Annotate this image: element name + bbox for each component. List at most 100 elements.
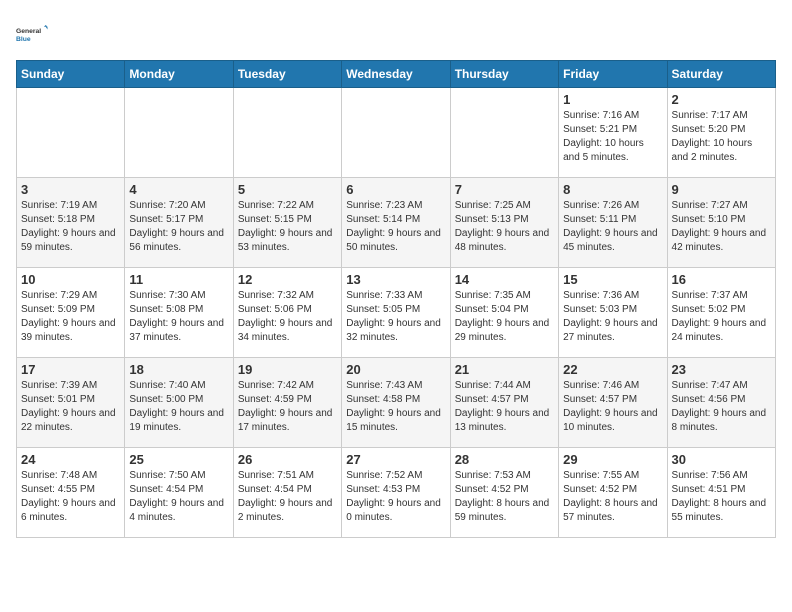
day-info: Sunrise: 7:43 AM Sunset: 4:58 PM Dayligh… — [346, 379, 445, 435]
day-number: 2 — [672, 92, 771, 107]
calendar-day-cell: 19 Sunrise: 7:42 AM Sunset: 4:59 PM Dayli… — [233, 358, 341, 448]
calendar-day-cell: 25 Sunrise: 7:50 AM Sunset: 4:54 PM Dayli… — [125, 448, 233, 538]
day-info: Sunrise: 7:50 AM Sunset: 4:54 PM Dayligh… — [129, 469, 228, 525]
day-info: Sunrise: 7:33 AM Sunset: 5:05 PM Dayligh… — [346, 289, 445, 345]
calendar-day-cell: 7 Sunrise: 7:25 AM Sunset: 5:13 PM Daylig… — [450, 178, 558, 268]
calendar-day-cell: 22 Sunrise: 7:46 AM Sunset: 4:57 PM Dayli… — [559, 358, 667, 448]
day-number: 19 — [238, 362, 337, 377]
day-number: 10 — [21, 272, 120, 287]
day-info: Sunrise: 7:16 AM Sunset: 5:21 PM Dayligh… — [563, 109, 662, 165]
day-number: 7 — [455, 182, 554, 197]
day-number: 26 — [238, 452, 337, 467]
day-info: Sunrise: 7:19 AM Sunset: 5:18 PM Dayligh… — [21, 199, 120, 255]
weekday-header-cell: Saturday — [667, 61, 775, 88]
calendar-day-cell: 11 Sunrise: 7:30 AM Sunset: 5:08 PM Dayli… — [125, 268, 233, 358]
day-number: 22 — [563, 362, 662, 377]
day-number: 21 — [455, 362, 554, 377]
day-info: Sunrise: 7:44 AM Sunset: 4:57 PM Dayligh… — [455, 379, 554, 435]
day-number: 15 — [563, 272, 662, 287]
day-number: 25 — [129, 452, 228, 467]
calendar-day-cell: 14 Sunrise: 7:35 AM Sunset: 5:04 PM Dayli… — [450, 268, 558, 358]
svg-text:Blue: Blue — [16, 36, 31, 43]
calendar-table: SundayMondayTuesdayWednesdayThursdayFrid… — [16, 60, 776, 538]
day-number: 20 — [346, 362, 445, 377]
day-number: 6 — [346, 182, 445, 197]
calendar-day-cell — [450, 88, 558, 178]
calendar-day-cell: 8Sunrise: 7:26 AM Sunset: 5:11 PM Daylig… — [559, 178, 667, 268]
day-info: Sunrise: 7:42 AM Sunset: 4:59 PM Dayligh… — [238, 379, 337, 435]
day-number: 9 — [672, 182, 771, 197]
calendar-day-cell — [342, 88, 450, 178]
calendar-day-cell: 21 Sunrise: 7:44 AM Sunset: 4:57 PM Dayli… — [450, 358, 558, 448]
calendar-day-cell: 15 Sunrise: 7:36 AM Sunset: 5:03 PM Dayli… — [559, 268, 667, 358]
calendar-day-cell: 6 Sunrise: 7:23 AM Sunset: 5:14 PM Daylig… — [342, 178, 450, 268]
calendar-day-cell — [125, 88, 233, 178]
calendar-day-cell: 10 Sunrise: 7:29 AM Sunset: 5:09 PM Dayli… — [17, 268, 125, 358]
weekday-header-cell: Tuesday — [233, 61, 341, 88]
calendar-week-row: 3 Sunrise: 7:19 AM Sunset: 5:18 PM Daylig… — [17, 178, 776, 268]
day-info: Sunrise: 7:39 AM Sunset: 5:01 PM Dayligh… — [21, 379, 120, 435]
day-info: Sunrise: 7:32 AM Sunset: 5:06 PM Dayligh… — [238, 289, 337, 345]
day-info: Sunrise: 7:29 AM Sunset: 5:09 PM Dayligh… — [21, 289, 120, 345]
day-info: Sunrise: 7:23 AM Sunset: 5:14 PM Dayligh… — [346, 199, 445, 255]
calendar-day-cell: 9 Sunrise: 7:27 AM Sunset: 5:10 PM Daylig… — [667, 178, 775, 268]
day-number: 28 — [455, 452, 554, 467]
day-number: 5 — [238, 182, 337, 197]
calendar-day-cell: 5 Sunrise: 7:22 AM Sunset: 5:15 PM Daylig… — [233, 178, 341, 268]
day-info: Sunrise: 7:25 AM Sunset: 5:13 PM Dayligh… — [455, 199, 554, 255]
calendar-day-cell: 20 Sunrise: 7:43 AM Sunset: 4:58 PM Dayli… — [342, 358, 450, 448]
calendar-day-cell: 4Sunrise: 7:20 AM Sunset: 5:17 PM Daylig… — [125, 178, 233, 268]
day-number: 24 — [21, 452, 120, 467]
day-info: Sunrise: 7:35 AM Sunset: 5:04 PM Dayligh… — [455, 289, 554, 345]
calendar-day-cell: 26 Sunrise: 7:51 AM Sunset: 4:54 PM Dayli… — [233, 448, 341, 538]
day-number: 12 — [238, 272, 337, 287]
weekday-header-cell: Friday — [559, 61, 667, 88]
day-info: Sunrise: 7:56 AM Sunset: 4:51 PM Dayligh… — [672, 469, 771, 525]
calendar-day-cell: 12 Sunrise: 7:32 AM Sunset: 5:06 PM Dayli… — [233, 268, 341, 358]
logo: GeneralBlue — [16, 16, 52, 52]
day-number: 16 — [672, 272, 771, 287]
weekday-header-cell: Wednesday — [342, 61, 450, 88]
calendar-day-cell: 23 Sunrise: 7:47 AM Sunset: 4:56 PM Dayli… — [667, 358, 775, 448]
calendar-day-cell: 17 Sunrise: 7:39 AM Sunset: 5:01 PM Dayli… — [17, 358, 125, 448]
calendar-day-cell: 24 Sunrise: 7:48 AM Sunset: 4:55 PM Dayli… — [17, 448, 125, 538]
calendar-day-cell — [233, 88, 341, 178]
weekday-header-cell: Monday — [125, 61, 233, 88]
svg-text:General: General — [16, 28, 41, 35]
day-info: Sunrise: 7:20 AM Sunset: 5:17 PM Dayligh… — [129, 199, 228, 255]
day-info: Sunrise: 7:27 AM Sunset: 5:10 PM Dayligh… — [672, 199, 771, 255]
day-info: Sunrise: 7:52 AM Sunset: 4:53 PM Dayligh… — [346, 469, 445, 525]
logo-icon: GeneralBlue — [16, 16, 52, 52]
day-number: 30 — [672, 452, 771, 467]
day-number: 17 — [21, 362, 120, 377]
day-number: 27 — [346, 452, 445, 467]
calendar-day-cell: 16Sunrise: 7:37 AM Sunset: 5:02 PM Dayli… — [667, 268, 775, 358]
day-info: Sunrise: 7:30 AM Sunset: 5:08 PM Dayligh… — [129, 289, 228, 345]
calendar-day-cell: 3 Sunrise: 7:19 AM Sunset: 5:18 PM Daylig… — [17, 178, 125, 268]
page-header: GeneralBlue — [16, 16, 776, 52]
day-info: Sunrise: 7:48 AM Sunset: 4:55 PM Dayligh… — [21, 469, 120, 525]
day-number: 23 — [672, 362, 771, 377]
day-number: 29 — [563, 452, 662, 467]
day-info: Sunrise: 7:47 AM Sunset: 4:56 PM Dayligh… — [672, 379, 771, 435]
day-info: Sunrise: 7:55 AM Sunset: 4:52 PM Dayligh… — [563, 469, 662, 525]
day-info: Sunrise: 7:46 AM Sunset: 4:57 PM Dayligh… — [563, 379, 662, 435]
calendar-day-cell: 27 Sunrise: 7:52 AM Sunset: 4:53 PM Dayli… — [342, 448, 450, 538]
calendar-week-row: 10 Sunrise: 7:29 AM Sunset: 5:09 PM Dayli… — [17, 268, 776, 358]
calendar-day-cell: 1 Sunrise: 7:16 AM Sunset: 5:21 PM Daylig… — [559, 88, 667, 178]
day-number: 3 — [21, 182, 120, 197]
day-info: Sunrise: 7:51 AM Sunset: 4:54 PM Dayligh… — [238, 469, 337, 525]
day-number: 8 — [563, 182, 662, 197]
day-number: 11 — [129, 272, 228, 287]
day-number: 1 — [563, 92, 662, 107]
calendar-week-row: 17 Sunrise: 7:39 AM Sunset: 5:01 PM Dayli… — [17, 358, 776, 448]
calendar-day-cell: 13 Sunrise: 7:33 AM Sunset: 5:05 PM Dayli… — [342, 268, 450, 358]
day-info: Sunrise: 7:53 AM Sunset: 4:52 PM Dayligh… — [455, 469, 554, 525]
calendar-day-cell — [17, 88, 125, 178]
day-number: 14 — [455, 272, 554, 287]
day-info: Sunrise: 7:22 AM Sunset: 5:15 PM Dayligh… — [238, 199, 337, 255]
day-number: 13 — [346, 272, 445, 287]
day-info: Sunrise: 7:36 AM Sunset: 5:03 PM Dayligh… — [563, 289, 662, 345]
calendar-body: 1 Sunrise: 7:16 AM Sunset: 5:21 PM Daylig… — [17, 88, 776, 538]
calendar-day-cell: 30 Sunrise: 7:56 AM Sunset: 4:51 PM Dayli… — [667, 448, 775, 538]
